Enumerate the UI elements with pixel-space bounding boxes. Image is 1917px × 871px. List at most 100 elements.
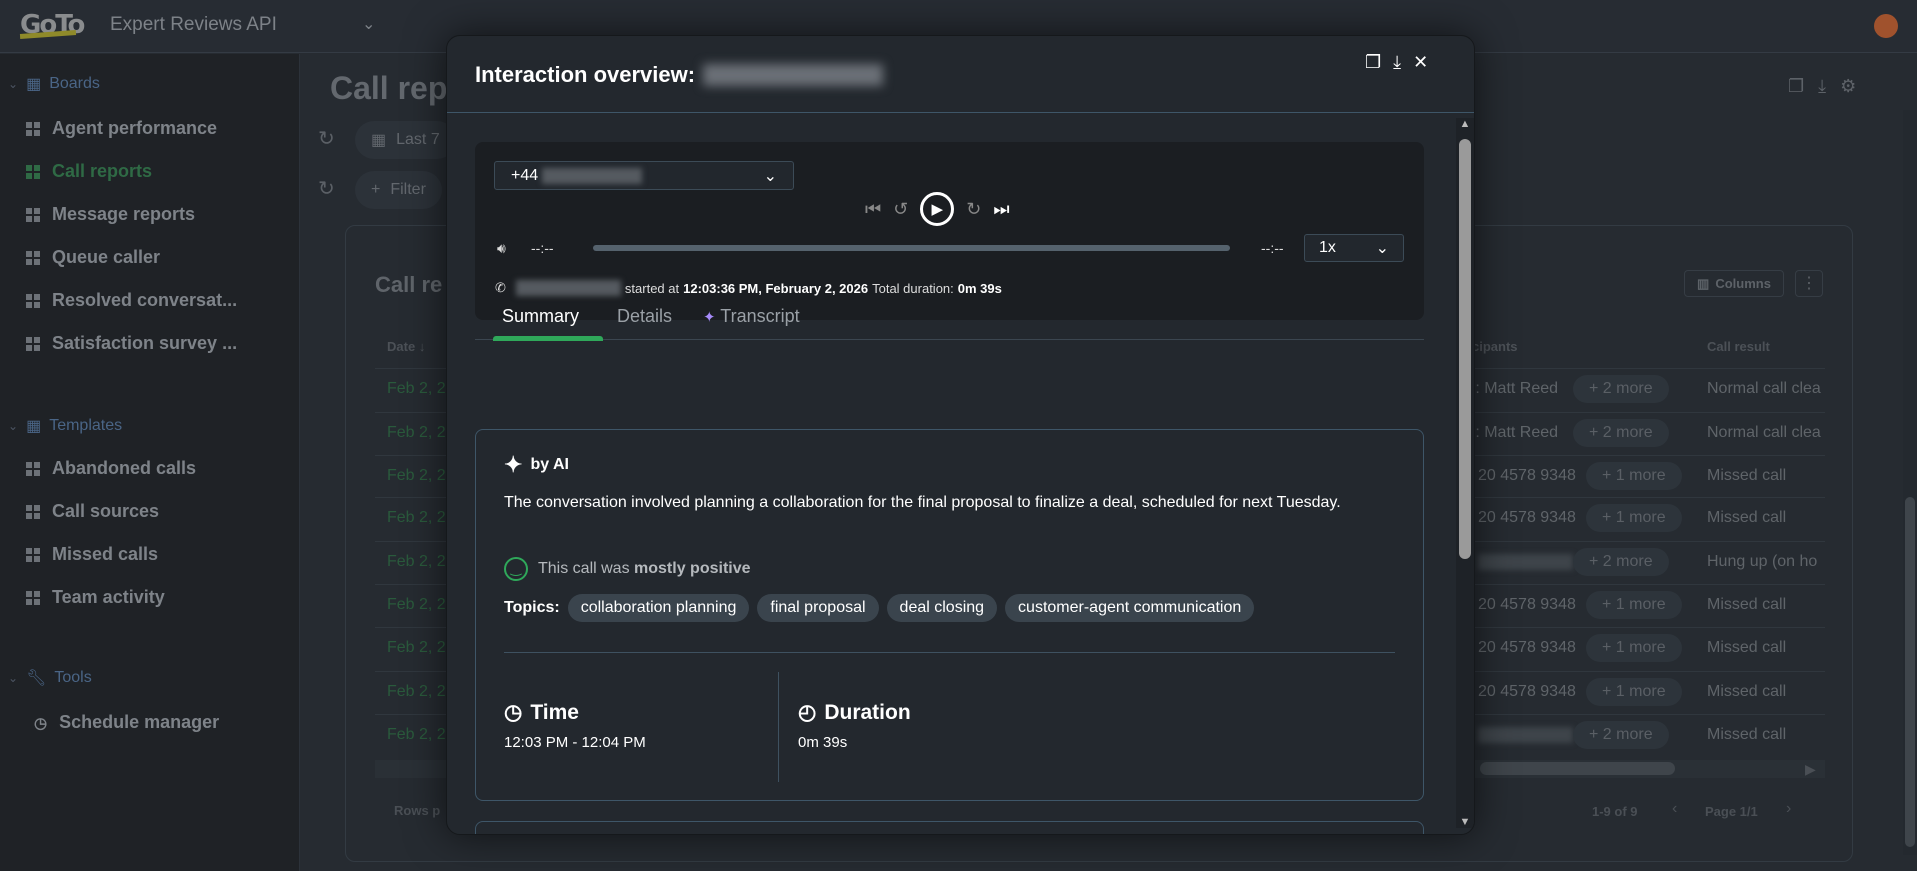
table-cell-date[interactable]: Feb 2, 2 (387, 467, 446, 485)
table-cell-date[interactable]: Feb 2, 2 (387, 596, 446, 614)
more-participants-chip[interactable]: + 2 more (1573, 548, 1669, 576)
sidebar-item-schedule-manager[interactable]: ◷ Schedule manager (34, 712, 219, 733)
board-icon (26, 164, 40, 179)
phone-call-icon: ✆ (495, 280, 506, 295)
date-range-filter[interactable]: ▦ Last 7 (355, 121, 456, 159)
time-value: 12:03 PM - 12:04 PM (504, 734, 646, 751)
phone-number-select[interactable]: +44 ⌄ (494, 161, 794, 190)
interaction-overview-dialog: Interaction overview: ❐ ⤓ ✕ ▲ ▼ +44 ⌄ ⏮︎ ↺ ▶… (446, 35, 1475, 835)
gear-icon[interactable]: ⚙ (1840, 76, 1856, 97)
sidebar-item-missed-calls[interactable]: Missed calls (26, 544, 158, 565)
reset-filter-icon[interactable]: ↻ (318, 176, 335, 201)
summary-text: The conversation involved planning a col… (504, 494, 1341, 511)
prev-page-button[interactable]: ‹ (1672, 800, 1677, 818)
table-cell-date[interactable]: Feb 2, 2 (387, 683, 446, 701)
section-label: Tools (54, 669, 92, 686)
more-options-button[interactable]: ⋮ (1795, 270, 1823, 297)
sidebar-section-tools[interactable]: ⌄ 🔧︎ Tools (8, 668, 92, 688)
table-cell-date[interactable]: Feb 2, 2 (387, 553, 446, 571)
table-cell-participant: 20 4578 9348 (1478, 467, 1576, 484)
playback-progress-bar[interactable] (593, 245, 1230, 251)
scroll-down-arrow[interactable]: ▼ (1456, 816, 1474, 828)
playback-controls: ⏮︎ ↺ ▶ ↻ ⏭︎ (865, 192, 1010, 226)
horizontal-scroll-thumb[interactable] (1480, 762, 1675, 775)
sentiment-value: mostly positive (634, 560, 751, 577)
more-participants-chip[interactable]: + 1 more (1586, 634, 1682, 662)
sidebar-item-call-reports[interactable]: Call reports (26, 161, 152, 182)
table-cell-date[interactable]: Feb 2, 2 (387, 380, 446, 398)
volume-icon[interactable]: 🔊︎ (497, 240, 506, 257)
next-page-button[interactable]: › (1786, 800, 1791, 818)
chevron-down-icon: ⌄ (763, 167, 777, 185)
templates-icon: ▦ (26, 418, 42, 435)
sidebar-item-abandoned-calls[interactable]: Abandoned calls (26, 458, 196, 479)
playback-speed-select[interactable]: 1x ⌄ (1304, 234, 1404, 262)
topic-chip: final proposal (757, 594, 879, 622)
duration-value: 0m 39s (798, 734, 848, 751)
sidebar-section-templates[interactable]: ⌄ ▦ Templates (8, 416, 122, 436)
refresh-icon[interactable]: ↻ (318, 126, 335, 151)
topics-label: Topics: (504, 599, 560, 616)
dialog-actions: ❐ ⤓ ✕ (1365, 52, 1428, 73)
chevron-down-icon[interactable]: ⌄ (362, 14, 375, 34)
topic-chip: customer-agent communication (1005, 594, 1255, 622)
table-cell-call-result: Normal call clea (1707, 424, 1821, 441)
more-participants-chip[interactable]: + 2 more (1573, 419, 1669, 447)
calendar-icon: ▦ (371, 132, 387, 149)
tab-details[interactable]: Details (617, 306, 672, 327)
sidebar-item-resolved-conversations[interactable]: Resolved conversat... (26, 290, 237, 311)
scroll-up-arrow[interactable]: ▲ (1456, 118, 1474, 130)
columns-button[interactable]: ▥ Columns (1684, 270, 1784, 297)
download-icon[interactable]: ⤓ (1818, 76, 1826, 97)
tab-summary[interactable]: Summary (502, 306, 579, 327)
more-participants-chip[interactable]: + 1 more (1586, 591, 1682, 619)
duration-label: Total duration: (872, 280, 954, 296)
forward-10-icon[interactable]: ↻ (966, 199, 981, 220)
play-button[interactable]: ▶ (920, 192, 955, 226)
more-participants-chip[interactable]: + 2 more (1573, 721, 1669, 749)
sparkle-icon: ✦ (703, 309, 716, 326)
column-header-date[interactable]: Date ↓ (387, 339, 425, 354)
item-label: Abandoned calls (52, 458, 197, 478)
skip-end-icon[interactable]: ⏭︎ (993, 199, 1009, 220)
sidebar-item-call-sources[interactable]: Call sources (26, 501, 159, 522)
download-icon[interactable]: ⤓ (1393, 52, 1401, 73)
add-filter-button[interactable]: + Filter (355, 171, 442, 209)
more-participants-chip[interactable]: + 1 more (1586, 678, 1682, 706)
sidebar-item-team-activity[interactable]: Team activity (26, 587, 165, 608)
item-label: Team activity (52, 587, 165, 607)
sidebar-item-message-reports[interactable]: Message reports (26, 204, 195, 225)
rewind-10-icon[interactable]: ↺ (893, 199, 908, 220)
scroll-right-arrow[interactable]: ▶ (1805, 761, 1816, 778)
page-scroll-thumb[interactable] (1905, 497, 1915, 847)
sidebar-item-satisfaction-survey[interactable]: Satisfaction survey ... (26, 333, 237, 354)
close-icon[interactable]: ✕ (1413, 52, 1428, 73)
call-info: ✆ started at 12:03:36 PM, February 2, 20… (495, 280, 1002, 296)
more-participants-chip[interactable]: + 1 more (1586, 504, 1682, 532)
date-range-label: Last 7 (396, 131, 440, 148)
app-selector[interactable]: Expert Reviews API (110, 14, 277, 36)
redacted-participant (1478, 554, 1573, 575)
item-label: Queue caller (52, 247, 161, 267)
column-header-participants[interactable]: cipants (1472, 339, 1518, 354)
more-participants-chip[interactable]: + 1 more (1586, 462, 1682, 490)
skip-start-icon[interactable]: ⏮︎ (865, 199, 881, 220)
table-cell-date[interactable]: Feb 2, 2 (387, 639, 446, 657)
avatar[interactable] (1874, 14, 1898, 38)
table-cell-date[interactable]: Feb 2, 2 (387, 509, 446, 527)
column-header-call-result[interactable]: Call result (1707, 339, 1770, 354)
sidebar-section-boards[interactable]: ⌄ ▦ Boards (8, 74, 100, 94)
pagination-range: 1-9 of 9 (1592, 804, 1638, 819)
copy-icon[interactable]: ❐ (1365, 52, 1381, 73)
sidebar-item-agent-performance[interactable]: Agent performance (26, 118, 217, 139)
copy-icon[interactable]: ❐ (1788, 76, 1804, 97)
table-cell-date[interactable]: Feb 2, 2 (387, 424, 446, 442)
tab-transcript[interactable]: ✦ Transcript (703, 306, 800, 327)
board-icon (26, 207, 40, 222)
board-icon (26, 590, 40, 605)
sidebar-item-queue-caller[interactable]: Queue caller (26, 247, 160, 268)
dialog-scroll-thumb[interactable] (1459, 139, 1471, 559)
table-cell-date[interactable]: Feb 2, 2 (387, 726, 446, 744)
more-participants-chip[interactable]: + 2 more (1573, 375, 1669, 403)
wrench-icon: 🔧︎ (26, 670, 47, 687)
